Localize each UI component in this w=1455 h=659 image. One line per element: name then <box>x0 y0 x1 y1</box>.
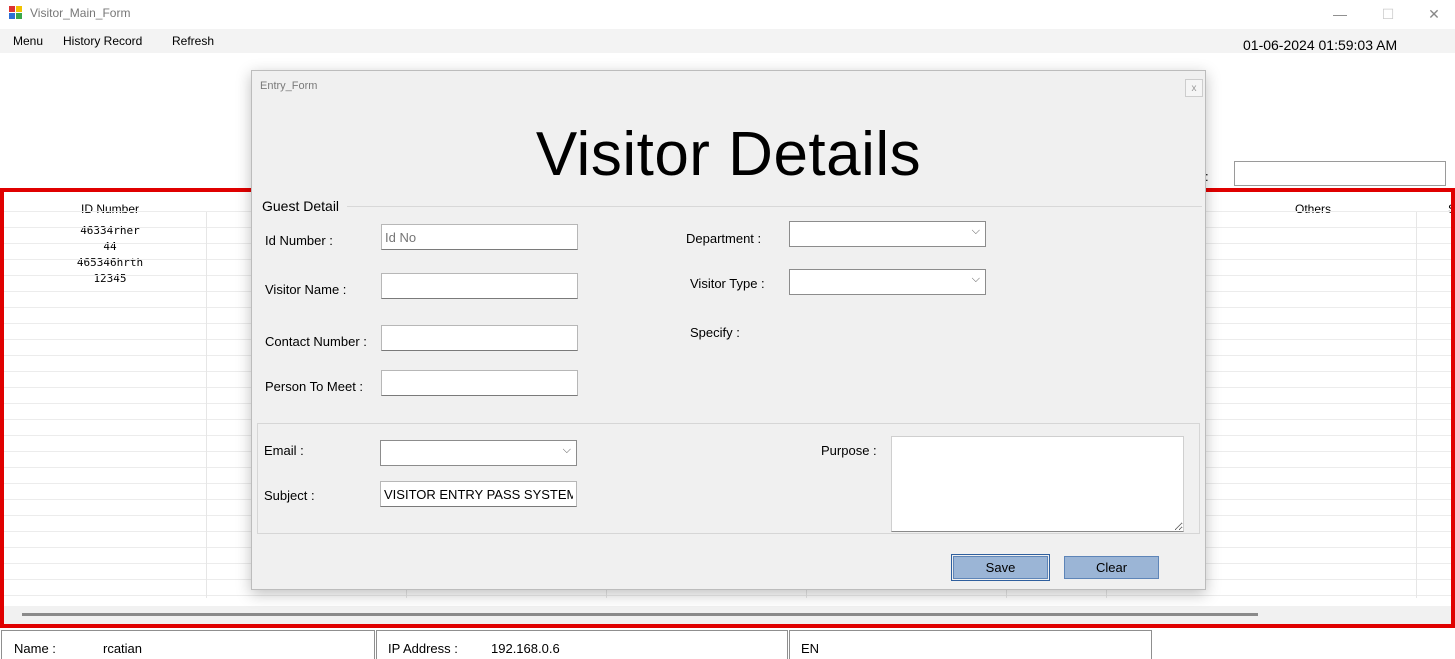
search-input[interactable] <box>1234 161 1446 186</box>
clear-button[interactable]: Clear <box>1064 556 1159 579</box>
person-to-meet-label: Person To Meet : <box>265 379 364 394</box>
group-divider <box>347 206 1202 207</box>
page-title: Visitor Details <box>535 120 922 189</box>
department-select[interactable]: ⌵ <box>789 221 986 247</box>
group-label-guest-detail: Guest Detail <box>262 198 344 214</box>
contact-number-input[interactable] <box>381 325 578 351</box>
menu-item-history-record[interactable]: History Record <box>63 34 142 48</box>
minimize-icon: — <box>1333 6 1347 22</box>
column-header-others[interactable]: Others <box>1208 202 1418 216</box>
id-number-label: Id Number : <box>265 233 333 248</box>
close-icon: x <box>1191 82 1197 94</box>
visitor-name-label: Visitor Name : <box>265 282 347 297</box>
save-button[interactable]: Save <box>951 554 1050 581</box>
grid-cell-id[interactable]: 44 <box>10 240 210 253</box>
status-name-value: rcatian <box>103 641 143 656</box>
status-ip-value: 192.168.0.6 <box>491 641 560 656</box>
status-cell-ip: IP Address : 192.168.0.6 <box>376 630 788 659</box>
id-number-input[interactable] <box>381 224 578 250</box>
grid-row-line <box>4 595 1451 596</box>
close-icon: ✕ <box>1428 5 1440 22</box>
dialog-close-button[interactable]: x <box>1185 79 1203 97</box>
subject-label: Subject : <box>264 488 315 503</box>
scrollbar-thumb[interactable] <box>22 613 1258 616</box>
status-cell-name: Name : rcatian <box>1 630 375 659</box>
status-cell-lang: EN <box>789 630 1152 659</box>
chevron-down-icon: ⌵ <box>562 444 571 456</box>
email-select[interactable]: ⌵ <box>380 440 577 466</box>
dialog-titlebar[interactable]: Entry_Form x <box>252 71 1205 101</box>
entry-form-dialog: Entry_Form x Visitor Details Guest Detai… <box>251 70 1206 590</box>
column-header-s[interactable]: S <box>1442 202 1451 216</box>
horizontal-scrollbar[interactable] <box>4 606 1451 624</box>
email-label: Email : <box>264 443 304 458</box>
visitor-type-label: Visitor Type : <box>690 276 765 291</box>
status-bar: Name : rcatian IP Address : 192.168.0.6 … <box>0 630 1455 659</box>
status-ip-label: IP Address : <box>388 641 458 656</box>
grid-column-line <box>206 212 207 598</box>
main-window-titlebar: Visitor_Main_Form — ☐ ✕ <box>0 0 1455 28</box>
grid-column-line <box>1416 212 1417 598</box>
save-button-label: Save <box>985 560 1016 575</box>
menu-item-menu[interactable]: Menu <box>13 34 43 48</box>
clear-button-label: Clear <box>1095 560 1128 575</box>
subject-input[interactable] <box>380 481 577 507</box>
status-lang: EN <box>801 641 820 656</box>
maximize-icon: ☐ <box>1381 5 1395 22</box>
purpose-textarea[interactable] <box>891 436 1184 532</box>
close-button[interactable]: ✕ <box>1411 0 1455 28</box>
grid-cell-id[interactable]: 465346hrth <box>10 256 210 269</box>
visitor-type-select[interactable]: ⌵ <box>789 269 986 295</box>
app-icon <box>9 6 22 19</box>
column-header-id-number[interactable]: ID Number <box>10 202 210 216</box>
chevron-down-icon: ⌵ <box>971 273 980 285</box>
grid-cell-id[interactable]: 46334rher <box>10 224 210 237</box>
specify-label: Specify : <box>690 325 740 340</box>
menu-item-refresh[interactable]: Refresh <box>172 34 214 48</box>
department-label: Department : <box>686 231 762 246</box>
minimize-button[interactable]: — <box>1317 0 1363 28</box>
visitor-name-input[interactable] <box>381 273 578 299</box>
dialog-title: Entry_Form <box>260 80 318 92</box>
menu-bar: Menu History Record Refresh <box>0 29 1455 53</box>
contact-number-label: Contact Number : <box>265 334 367 349</box>
chevron-down-icon: ⌵ <box>971 225 980 237</box>
purpose-label: Purpose : <box>821 443 877 458</box>
clock-label: 01-06-2024 01:59:03 AM <box>1243 37 1398 53</box>
grid-cell-id[interactable]: 12345 <box>10 272 210 285</box>
person-to-meet-input[interactable] <box>381 370 578 396</box>
maximize-button[interactable]: ☐ <box>1365 0 1411 28</box>
status-name-label: Name : <box>14 641 56 656</box>
window-title: Visitor_Main_Form <box>30 6 131 20</box>
